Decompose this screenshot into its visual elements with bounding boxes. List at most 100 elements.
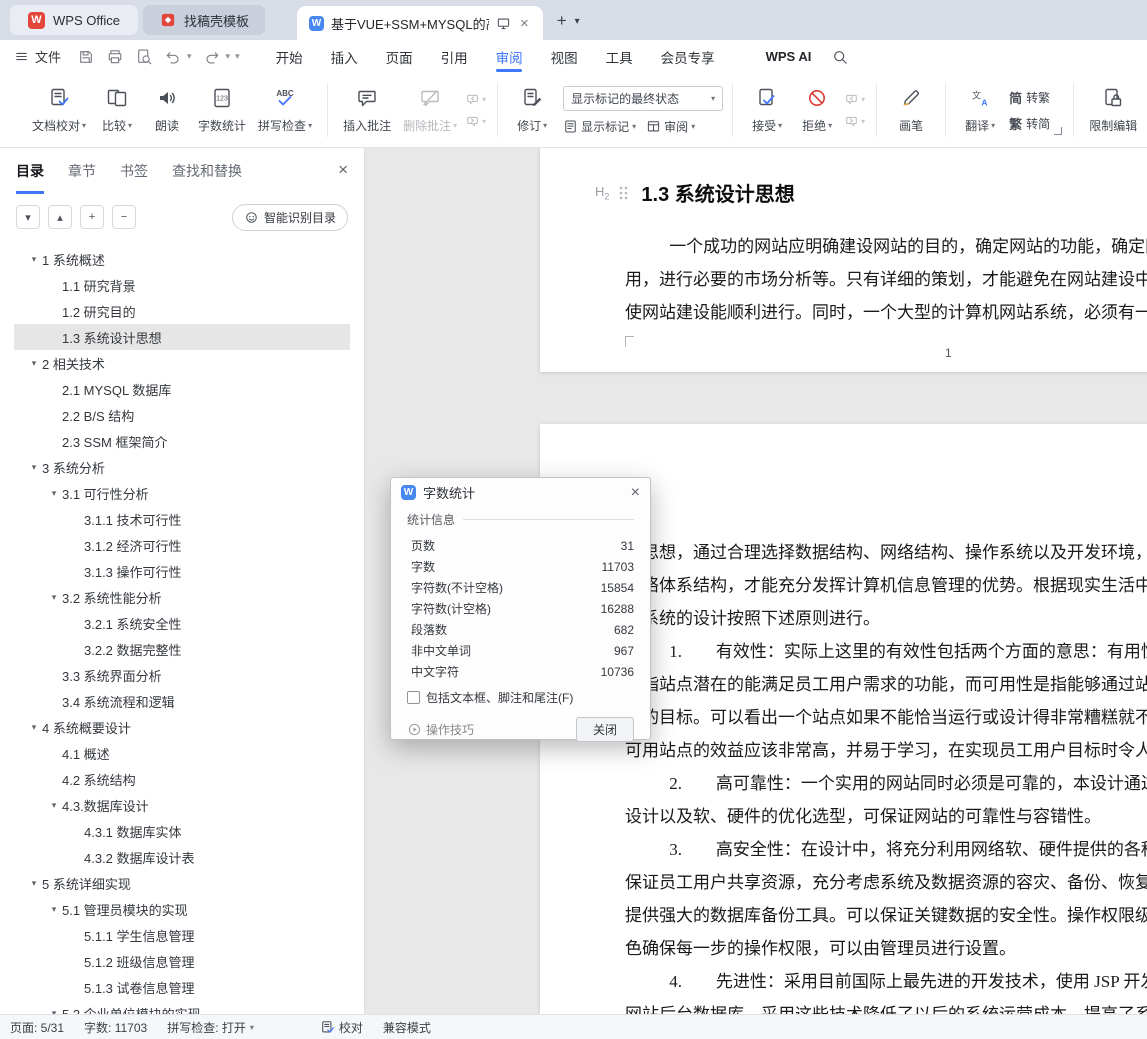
reject-change-button[interactable]: 拒绝 ▾ <box>792 87 842 134</box>
outline-item[interactable]: 3.1.3 操作可行性 <box>14 558 350 584</box>
document-tab[interactable]: W 基于VUE+SSM+MYSQL的高 × <box>296 6 543 40</box>
outline-item[interactable]: 4.1 概述 <box>14 740 350 766</box>
tab-outline[interactable]: 目录 <box>16 148 44 194</box>
expand-arrow-icon[interactable]: ▾ <box>26 462 42 473</box>
outline-item[interactable]: 2.2 B/S 结构 <box>14 402 350 428</box>
to-traditional-button[interactable]: 简转繁 <box>1009 88 1050 107</box>
spell-check-indicator[interactable]: 拼写检查: 打开 ▾ <box>167 1019 254 1036</box>
tab-find-replace[interactable]: 查找和替换 <box>172 148 242 194</box>
tips-link[interactable]: 操作技巧 <box>407 721 474 738</box>
doc-proofread-button[interactable]: 文档校对 ▾ <box>26 87 92 134</box>
expand-arrow-icon[interactable]: ▾ <box>46 592 62 603</box>
wps-ai-button[interactable]: WPS AI <box>743 48 811 66</box>
expand-arrow-icon[interactable]: ▾ <box>26 358 42 369</box>
outline-item[interactable]: ▾ 3.2 系统性能分析 <box>14 584 350 610</box>
expand-arrow-icon[interactable]: ▾ <box>46 800 62 811</box>
expand-level-button[interactable]: + <box>80 205 104 229</box>
outline-item[interactable]: 5.1.1 学生信息管理 <box>14 922 350 948</box>
outline-item[interactable]: 5.1.3 试卷信息管理 <box>14 974 350 1000</box>
outline-item[interactable]: ▾ 4.3.数据库设计 <box>14 792 350 818</box>
outline-item[interactable]: ▾ 3.1 可行性分析 <box>14 480 350 506</box>
menu-item[interactable]: 工具 <box>606 40 633 73</box>
outline-item[interactable]: 1.2 研究目的 <box>14 298 350 324</box>
outline-item[interactable]: 2.1 MYSQL 数据库 <box>14 376 350 402</box>
menu-item[interactable]: 引用 <box>441 40 468 73</box>
expand-arrow-icon[interactable]: ▾ <box>26 722 42 733</box>
outline-item[interactable]: 1.1 研究背景 <box>14 272 350 298</box>
outline-item[interactable]: 3.4 系统流程和逻辑 <box>14 688 350 714</box>
word-count-indicator[interactable]: 字数: 11703 <box>84 1019 147 1036</box>
outline-item[interactable]: 3.1.2 经济可行性 <box>14 532 350 558</box>
next-change-button[interactable]: ▾ <box>844 114 865 129</box>
expand-all-button[interactable]: ▴ <box>48 205 72 229</box>
file-menu-button[interactable]: 文件 <box>14 47 61 66</box>
page-indicator[interactable]: 页面: 5/31 <box>10 1019 64 1036</box>
read-aloud-button[interactable]: 朗读 <box>142 87 192 134</box>
outline-item[interactable]: ▾ 1 系统概述 <box>14 246 350 272</box>
outline-item[interactable]: 3.2.2 数据完整性 <box>14 636 350 662</box>
outline-item[interactable]: ▾ 2 相关技术 <box>14 350 350 376</box>
expand-arrow-icon[interactable]: ▾ <box>26 878 42 889</box>
show-markup-button[interactable]: 显示标记 ▾ <box>563 118 636 135</box>
dialog-title-bar[interactable]: W 字数统计 × <box>391 478 650 507</box>
collapse-level-button[interactable]: − <box>112 205 136 229</box>
menu-item[interactable]: 开始 <box>276 40 303 73</box>
ink-pen-button[interactable]: 画笔 <box>886 87 936 134</box>
previous-change-button[interactable]: ▾ <box>844 92 865 107</box>
expand-arrow-icon[interactable]: ▾ <box>46 488 62 499</box>
dialog-launcher-icon[interactable] <box>1054 127 1063 135</box>
tab-bookmark[interactable]: 书签 <box>120 148 148 194</box>
accept-change-button[interactable]: 接受 ▾ <box>742 87 792 134</box>
to-simplified-button[interactable]: 繁转简 <box>1009 114 1050 133</box>
outline-item[interactable]: 4.3.1 数据库实体 <box>14 818 350 844</box>
track-changes-button[interactable]: 修订 ▾ <box>507 87 557 134</box>
menu-item[interactable]: 插入 <box>331 40 358 73</box>
outline-item[interactable]: 1.3 系统设计思想 <box>14 324 350 350</box>
menu-item[interactable]: 会员专享 <box>661 40 715 73</box>
next-comment-button[interactable]: ▾ <box>465 114 486 129</box>
tab-list-chevron-icon[interactable]: ▾ <box>575 16 580 27</box>
menu-item[interactable]: 审阅 <box>496 40 523 73</box>
redo-caret-icon[interactable]: ▾ <box>226 51 231 62</box>
translate-button[interactable]: 翻译 ▾ <box>955 87 1005 134</box>
undo-icon[interactable] <box>164 48 182 66</box>
restrict-editing-button[interactable]: 限制编辑 <box>1083 87 1143 134</box>
outline-item[interactable]: 3.3 系统界面分析 <box>14 662 350 688</box>
checkbox-icon[interactable] <box>407 691 420 704</box>
proofread-indicator[interactable]: 校对 <box>320 1019 363 1036</box>
review-pane-button[interactable]: 审阅 ▾ <box>646 118 695 135</box>
smart-catalog-button[interactable]: 智能识别目录 <box>231 203 348 231</box>
insert-comment-button[interactable]: 插入批注 <box>337 87 397 134</box>
collapse-all-button[interactable]: ▾ <box>16 205 40 229</box>
outline-item[interactable]: 3.2.1 系统安全性 <box>14 610 350 636</box>
outline-item[interactable]: 2.3 SSM 框架简介 <box>14 428 350 454</box>
expand-arrow-icon[interactable]: ▾ <box>26 254 42 265</box>
markup-state-select[interactable]: 显示标记的最终状态 ▾ <box>563 85 724 111</box>
outline-item[interactable]: ▾ 5 系统详细实现 <box>14 870 350 896</box>
save-icon[interactable] <box>77 48 95 66</box>
previous-comment-button[interactable]: ▾ <box>465 92 486 107</box>
drag-handle-icon[interactable] <box>618 185 628 201</box>
outline-item[interactable]: 5.1.2 班级信息管理 <box>14 948 350 974</box>
dialog-close-icon[interactable]: × <box>631 484 640 502</box>
outline-item[interactable]: ▾ 3 系统分析 <box>14 454 350 480</box>
document-permission-button[interactable]: 文档权限 <box>1143 87 1147 134</box>
redo-icon[interactable] <box>203 48 221 66</box>
include-textbox-checkbox[interactable]: 包括文本框、脚注和尾注(F) <box>407 689 634 706</box>
outline-item[interactable]: ▾ 4 系统概要设计 <box>14 714 350 740</box>
new-tab-button[interactable]: + <box>557 12 567 29</box>
close-tab-icon[interactable]: × <box>518 16 531 31</box>
print-icon[interactable] <box>106 48 124 66</box>
print-preview-icon[interactable] <box>135 48 153 66</box>
compare-button[interactable]: 比较 ▾ <box>92 87 142 134</box>
outline-item[interactable]: 4.3.2 数据库设计表 <box>14 844 350 870</box>
template-tab[interactable]: 找稿壳模板 <box>142 5 265 35</box>
word-count-button[interactable]: 字数统计 <box>192 87 252 134</box>
outline-item[interactable]: ▾ 5.2 企业单位模块的实现 <box>14 1000 350 1015</box>
wps-office-home-tab[interactable]: W WPS Office <box>10 5 138 35</box>
tab-chapter[interactable]: 章节 <box>68 148 96 194</box>
menu-item[interactable]: 页面 <box>386 40 413 73</box>
undo-caret-icon[interactable]: ▾ <box>187 51 192 62</box>
spell-check-button[interactable]: 拼写检查 ▾ <box>252 87 318 134</box>
outline-item[interactable]: ▾ 5.1 管理员模块的实现 <box>14 896 350 922</box>
